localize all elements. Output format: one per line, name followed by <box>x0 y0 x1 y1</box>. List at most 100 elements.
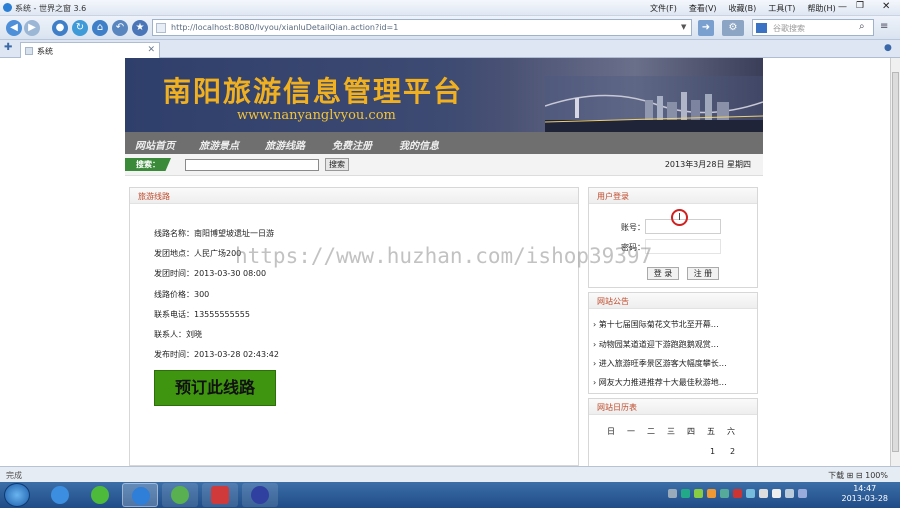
browser-toolbar: ◀ ▶ ● ↻ ⌂ ↶ ★ http://localhost:8080/lvyo… <box>0 16 900 40</box>
settings-icon[interactable]: ≡ <box>880 21 888 32</box>
close-icon[interactable]: ✕ <box>882 1 890 12</box>
menu-favorites[interactable]: 收藏(B) <box>729 4 757 13</box>
os-taskbar: 14:47 2013-03-28 <box>0 482 900 508</box>
theworld-icon <box>132 487 150 505</box>
search-icon[interactable]: ⌕ <box>859 21 865 32</box>
nav-routes[interactable]: 旅游线路 <box>265 137 305 152</box>
status-text: 完成 <box>6 471 22 480</box>
taskbar-theworld[interactable] <box>122 483 158 507</box>
tab-page-icon <box>25 47 33 55</box>
status-bar: 完成 下载 ⊞ ⊟ 100% <box>0 466 900 482</box>
calendar-panel: 网站日历表 日一二三四五六 1 2 <box>588 398 758 466</box>
taskbar-ie[interactable] <box>42 483 78 507</box>
page-viewport: 南阳旅游信息管理平台 www.nanyanglvyou.com 网站首页 旅游景… <box>0 58 890 466</box>
page-icon <box>156 23 166 33</box>
tab-label: 系统 <box>37 47 53 56</box>
new-tab-icon[interactable]: ✚ <box>4 42 12 53</box>
stop-icon[interactable]: ● <box>52 20 68 36</box>
nav-register[interactable]: 免费注册 <box>332 137 372 152</box>
nav-home[interactable]: 网站首页 <box>135 137 175 152</box>
start-button[interactable] <box>4 483 30 507</box>
route-publish-time: 发布时间：2013-03-28 02:43:42 <box>154 350 279 359</box>
login-panel: 用户登录 账号： 密码： 登 录 注 册 I <box>588 187 758 288</box>
system-clock[interactable]: 14:47 2013-03-28 <box>842 484 889 504</box>
system-tray[interactable] <box>668 489 830 501</box>
site-title: 南阳旅游信息管理平台 <box>163 75 464 108</box>
search-box[interactable]: 谷歌搜索 ⌕ <box>752 19 874 36</box>
ie-icon <box>51 486 69 504</box>
taskbar-app6[interactable] <box>242 483 278 507</box>
site-banner: 南阳旅游信息管理平台 www.nanyanglvyou.com <box>125 58 763 132</box>
route-price: 线路价格：300 <box>154 290 210 299</box>
scrollbar-thumb[interactable] <box>892 72 899 452</box>
window-title: 系统 - 世界之窗 3.6 <box>15 4 87 13</box>
route-detail-panel: 旅游线路 线路名称：南阳博望坡遗址一日游 发团地点：人民广场200 发团时间：2… <box>129 187 579 466</box>
vertical-scrollbar[interactable] <box>890 58 900 466</box>
status-right: 下载 ⊞ ⊟ 100% <box>828 471 888 480</box>
menu-bar: 文件(F) 查看(V) 收藏(B) 工具(T) 帮助(H) <box>650 3 848 14</box>
route-departure-time: 发团时间：2013-03-30 08:00 <box>154 269 267 278</box>
app-icon <box>171 486 189 504</box>
route-departure-place: 发团地点：人民广场200 <box>154 249 242 258</box>
notice-header: 网站公告 <box>589 293 757 309</box>
browser-logo-icon <box>3 3 12 12</box>
undo-close-icon[interactable]: ↶ <box>112 20 128 36</box>
nav-attractions[interactable]: 旅游景点 <box>199 137 239 152</box>
app-icon <box>211 486 229 504</box>
address-text: http://localhost:8080/lvyou/xianluDetail… <box>171 23 399 32</box>
calendar-day[interactable]: 2 <box>730 447 735 456</box>
go-icon[interactable]: ➜ <box>698 20 714 36</box>
address-bar[interactable]: http://localhost:8080/lvyou/xianluDetail… <box>152 19 692 36</box>
search-engine-icon[interactable] <box>756 23 767 33</box>
forward-icon[interactable]: ▶ <box>24 20 40 36</box>
site-search-button[interactable]: 搜索 <box>325 158 349 171</box>
watermark-text: https://www.huzhan.com/ishop39397 <box>235 244 653 268</box>
calendar-header: 网站日历表 <box>589 399 757 415</box>
current-date: 2013年3月28日 星期四 <box>664 160 751 169</box>
password-input[interactable] <box>645 239 721 254</box>
browser-360-icon <box>91 486 109 504</box>
tab-bar: ✚ 系统 ✕ ● <box>0 40 900 58</box>
minimize-icon[interactable]: — <box>838 2 847 12</box>
taskbar-app4[interactable] <box>162 483 198 507</box>
restore-icon[interactable]: ❐ <box>856 1 864 11</box>
tools-menu-icon[interactable]: ⚙ <box>722 20 744 36</box>
tab-close-icon[interactable]: ✕ <box>147 45 155 55</box>
taskbar-360[interactable] <box>82 483 118 507</box>
tab-system[interactable]: 系统 ✕ <box>20 42 160 58</box>
favorites-star-icon[interactable]: ★ <box>132 20 148 36</box>
login-button[interactable]: 登 录 <box>647 267 679 280</box>
app-icon <box>251 486 269 504</box>
notice-panel: 网站公告 › 第十七届国际菊花文节北至开幕… › 动物园某道道迎下游跑跑鹅观赏…… <box>588 292 758 394</box>
notice-item[interactable]: › 动物园某道道迎下游跑跑鹅观赏… <box>593 339 753 350</box>
window-titlebar: 系统 - 世界之窗 3.6 文件(F) 查看(V) 收藏(B) 工具(T) 帮助(H) … <box>0 0 900 16</box>
menu-tools[interactable]: 工具(T) <box>768 4 795 13</box>
nav-my-info[interactable]: 我的信息 <box>399 137 439 152</box>
calendar-weekdays: 日一二三四五六 <box>607 427 735 436</box>
tab-menu-icon[interactable]: ● <box>884 43 892 53</box>
register-button[interactable]: 注 册 <box>687 267 719 280</box>
menu-file[interactable]: 文件(F) <box>650 4 677 13</box>
menu-help[interactable]: 帮助(H) <box>807 4 835 13</box>
notice-item[interactable]: › 第十七届国际菊花文节北至开幕… <box>593 319 753 330</box>
account-label: 账号： <box>621 223 645 232</box>
route-contact: 联系人：刘晓 <box>154 330 202 339</box>
route-phone: 联系电话：13555555555 <box>154 310 250 319</box>
refresh-icon[interactable]: ↻ <box>72 20 88 36</box>
login-header: 用户登录 <box>589 188 757 204</box>
address-dropdown-icon[interactable]: ▼ <box>681 23 686 31</box>
notice-item[interactable]: › 进入旅游旺季景区游客大幅度攀长… <box>593 358 753 369</box>
notice-item[interactable]: › 网友大力推进推荐十大最佳秋游地… <box>593 377 753 388</box>
site-url: www.nanyanglvyou.com <box>237 108 396 123</box>
site-search-input[interactable] <box>185 159 319 171</box>
home-icon[interactable]: ⌂ <box>92 20 108 36</box>
text-cursor-icon: I <box>671 209 688 226</box>
taskbar-app5[interactable] <box>202 483 238 507</box>
menu-view[interactable]: 查看(V) <box>689 4 717 13</box>
book-route-button[interactable]: 预订此线路 <box>154 370 276 406</box>
search-label: 搜索： <box>125 158 171 171</box>
back-icon[interactable]: ◀ <box>6 20 22 36</box>
site-search-bar: 搜索： 搜索 2013年3月28日 星期四 <box>125 154 763 176</box>
calendar-day[interactable]: 1 <box>710 447 715 456</box>
route-detail-header: 旅游线路 <box>130 188 578 204</box>
